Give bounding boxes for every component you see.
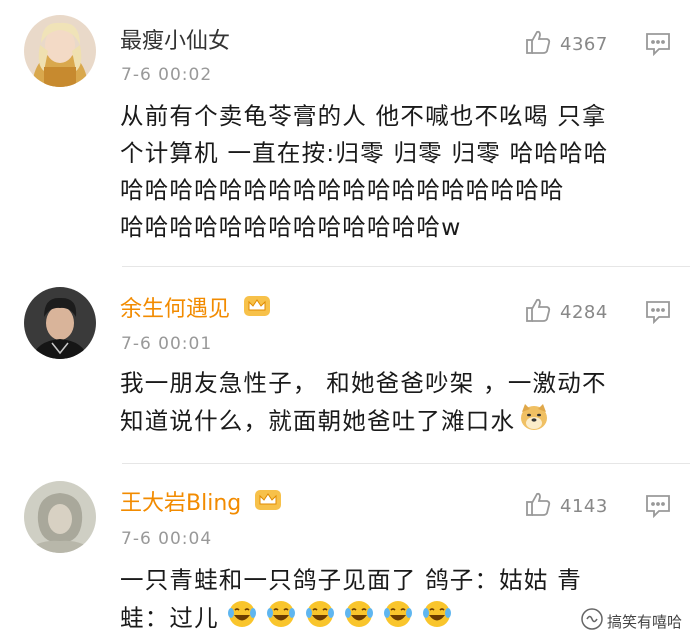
avatar[interactable] (24, 481, 96, 553)
like-count: 4143 (560, 495, 608, 517)
comment-line-text: 蛙：过儿 (120, 604, 219, 632)
laugh-cry-emoji-icon (267, 601, 296, 627)
comment-line: 哈哈哈哈哈哈哈哈哈哈哈哈哈w (120, 213, 462, 241)
comment-time: 7-6 00:04 (121, 529, 213, 549)
laugh-cry-emoji-icon (306, 601, 335, 627)
like-button[interactable]: 4367 (524, 28, 608, 60)
comment-bubble-icon (645, 301, 671, 328)
doge-emoji-icon (519, 402, 549, 443)
comment-line: 从前有个卖龟苓膏的人 他不喊也不吆喝 只拿 (120, 102, 607, 130)
comment-line: 哈哈哈哈哈哈哈哈哈哈哈哈哈哈哈哈哈哈 (120, 176, 565, 204)
thumbs-up-icon (524, 28, 552, 60)
like-count: 4284 (560, 301, 608, 323)
divider (122, 266, 690, 267)
vip-crown-icon (254, 489, 282, 519)
laugh-cry-emoji-icon (345, 601, 374, 627)
comment-line: 个计算机 一直在按:归零 归零 归零 哈哈哈哈 (120, 139, 609, 167)
like-count: 4367 (560, 33, 608, 55)
thumbs-up-icon (524, 490, 552, 522)
comment-line: 知道说什么，就面朝她爸吐了滩口水 (120, 402, 665, 443)
reply-button[interactable] (645, 494, 671, 522)
avatar[interactable] (24, 287, 96, 359)
thumbs-up-icon (524, 296, 552, 328)
comment-text: 我一朋友急性子， 和她爸爸吵架 ，一激动不 知道说什么，就面朝她爸吐了滩口水 (120, 365, 665, 443)
username[interactable]: 王大岩Bling (120, 489, 282, 519)
watermark-text: 搞笑有嘻哈 (606, 612, 682, 631)
like-button[interactable]: 4143 (524, 490, 608, 522)
laugh-cry-emoji-icon (423, 601, 452, 627)
wechat-official-account-icon (581, 608, 603, 634)
comment-bubble-icon (645, 495, 671, 522)
reply-button[interactable] (645, 300, 671, 328)
laugh-cry-emoji-row (227, 599, 461, 640)
comment-time: 7-6 00:01 (121, 334, 213, 354)
username-text[interactable]: 余生何遇见 (120, 297, 230, 322)
laugh-cry-emoji-icon (228, 601, 257, 627)
comment-line: 一只青蛙和一只鸽子见面了 鸽子：姑姑 青 (120, 566, 582, 594)
avatar[interactable] (24, 15, 96, 87)
comment-line-text: 知道说什么，就面朝她爸吐了滩口水 (120, 407, 516, 435)
reply-button[interactable] (645, 32, 671, 60)
comment-text: 从前有个卖龟苓膏的人 他不喊也不吆喝 只拿 个计算机 一直在按:归零 归零 归零… (120, 98, 665, 246)
vip-crown-icon (243, 295, 271, 325)
laugh-cry-emoji-icon (384, 601, 413, 627)
divider (122, 463, 690, 464)
username-text[interactable]: 最瘦小仙女 (120, 29, 230, 54)
username[interactable]: 余生何遇见 (120, 295, 271, 325)
comment-time: 7-6 00:02 (121, 65, 213, 85)
username[interactable]: 最瘦小仙女 (120, 28, 230, 56)
username-text[interactable]: 王大岩Bling (120, 491, 241, 516)
like-button[interactable]: 4284 (524, 296, 608, 328)
comment-bubble-icon (645, 33, 671, 60)
watermark: 搞笑有嘻哈 (581, 608, 682, 634)
comment-line: 我一朋友急性子， 和她爸爸吵架 ，一激动不 (120, 369, 607, 397)
